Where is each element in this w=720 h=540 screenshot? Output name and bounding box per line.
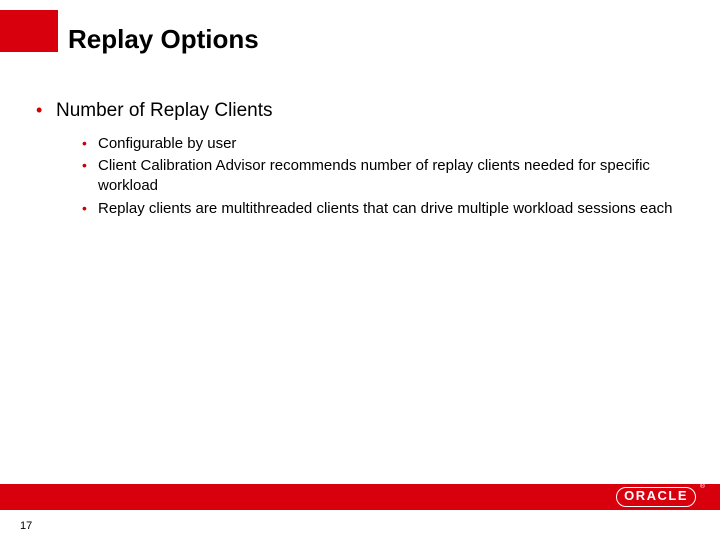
list-item-text: Number of Replay Clients	[56, 100, 272, 121]
brand-logo: ORACLE ®	[616, 487, 696, 506]
registered-mark-icon: ®	[700, 483, 705, 490]
list-item: Configurable by user	[82, 134, 680, 154]
slide-content: Number of Replay Clients Configurable by…	[36, 98, 680, 225]
accent-block	[0, 10, 58, 52]
bullet-list-level1: Number of Replay Clients Configurable by…	[36, 98, 680, 219]
list-item-text: Client Calibration Advisor recommends nu…	[98, 157, 650, 194]
slide: Replay Options Number of Replay Clients …	[0, 0, 720, 540]
bullet-list-level2: Configurable by user Client Calibration …	[82, 134, 680, 219]
page-number: 17	[20, 520, 32, 532]
list-item: Number of Replay Clients Configurable by…	[36, 98, 680, 219]
list-item: Replay clients are multithreaded clients…	[82, 199, 680, 219]
list-item-text: Configurable by user	[98, 135, 236, 152]
slide-title: Replay Options	[68, 24, 259, 55]
footer-bar: ORACLE ®	[0, 484, 720, 510]
list-item-text: Replay clients are multithreaded clients…	[98, 200, 672, 217]
brand-logo-text: ORACLE	[616, 487, 696, 506]
list-item: Client Calibration Advisor recommends nu…	[82, 156, 680, 196]
